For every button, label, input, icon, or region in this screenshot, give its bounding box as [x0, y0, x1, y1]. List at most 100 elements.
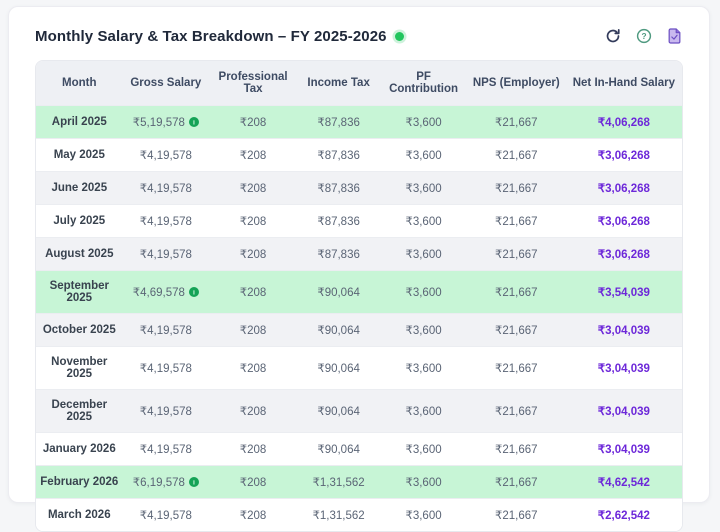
gross-salary-cell: ₹4,19,578	[123, 138, 210, 171]
bonus-info-icon[interactable]: i	[189, 117, 199, 127]
income-tax-cell: ₹1,31,562	[297, 498, 380, 531]
income-tax-cell: ₹90,064	[297, 346, 380, 389]
month-cell: March 2026	[36, 498, 123, 531]
professional-tax-cell: ₹208	[209, 313, 297, 346]
gross-salary-value: ₹4,19,578	[140, 361, 192, 375]
svg-text:i: i	[193, 290, 195, 297]
gross-salary-value: ₹4,19,578	[140, 323, 192, 337]
net-in-hand-cell: ₹3,54,039	[566, 270, 682, 313]
gross-salary-value: ₹4,19,578	[140, 404, 192, 418]
pf-contribution-cell: ₹3,600	[380, 389, 467, 432]
gross-salary-value: ₹4,19,578	[140, 508, 192, 522]
nps-employer-cell: ₹21,667	[467, 105, 566, 138]
table-row: October 2025 ₹4,19,578 ₹208 ₹90,064 ₹3,6…	[36, 313, 682, 346]
net-in-hand-cell: ₹3,04,039	[566, 313, 682, 346]
table-row: January 2026 ₹4,19,578 ₹208 ₹90,064 ₹3,6…	[36, 432, 682, 465]
refresh-icon	[605, 28, 621, 44]
professional-tax-cell: ₹208	[209, 237, 297, 270]
pf-contribution-cell: ₹3,600	[380, 313, 467, 346]
toolbar: ?	[604, 27, 683, 45]
nps-employer-cell: ₹21,667	[467, 237, 566, 270]
income-tax-cell: ₹90,064	[297, 432, 380, 465]
professional-tax-cell: ₹208	[209, 270, 297, 313]
professional-tax-cell: ₹208	[209, 346, 297, 389]
month-cell: June 2025	[36, 171, 123, 204]
table-row: November 2025 ₹4,19,578 ₹208 ₹90,064 ₹3,…	[36, 346, 682, 389]
svg-text:i: i	[193, 480, 195, 487]
refresh-button[interactable]	[604, 27, 622, 45]
net-in-hand-cell: ₹3,06,268	[566, 171, 682, 204]
gross-salary-cell: ₹4,69,578 i	[123, 270, 210, 313]
gross-salary-value: ₹4,19,578	[140, 181, 192, 195]
gross-salary-cell: ₹6,19,578 i	[123, 465, 210, 498]
svg-text:?: ?	[641, 31, 646, 41]
pf-contribution-cell: ₹3,600	[380, 105, 467, 138]
month-cell: February 2026	[36, 465, 123, 498]
table-row: March 2026 ₹4,19,578 ₹208 ₹1,31,562 ₹3,6…	[36, 498, 682, 531]
income-tax-cell: ₹87,836	[297, 138, 380, 171]
professional-tax-cell: ₹208	[209, 432, 297, 465]
gross-salary-cell: ₹4,19,578	[123, 171, 210, 204]
table-row: May 2025 ₹4,19,578 ₹208 ₹87,836 ₹3,600 ₹…	[36, 138, 682, 171]
title-wrap: Monthly Salary & Tax Breakdown – FY 2025…	[35, 28, 404, 45]
net-in-hand-cell: ₹3,04,039	[566, 346, 682, 389]
month-cell: December 2025	[36, 389, 123, 432]
gross-salary-cell: ₹5,19,578 i	[123, 105, 210, 138]
help-icon: ?	[636, 28, 652, 44]
professional-tax-cell: ₹208	[209, 171, 297, 204]
nps-employer-cell: ₹21,667	[467, 204, 566, 237]
card-header: Monthly Salary & Tax Breakdown – FY 2025…	[35, 27, 683, 45]
month-cell: September 2025	[36, 270, 123, 313]
month-cell: January 2026	[36, 432, 123, 465]
table-row: December 2025 ₹4,19,578 ₹208 ₹90,064 ₹3,…	[36, 389, 682, 432]
month-cell: October 2025	[36, 313, 123, 346]
gross-salary-cell: ₹4,19,578	[123, 204, 210, 237]
gross-salary-value: ₹6,19,578	[133, 475, 185, 489]
bonus-info-icon[interactable]: i	[189, 477, 199, 487]
pf-contribution-cell: ₹3,600	[380, 432, 467, 465]
professional-tax-cell: ₹208	[209, 498, 297, 531]
nps-employer-cell: ₹21,667	[467, 465, 566, 498]
net-in-hand-cell: ₹2,62,542	[566, 498, 682, 531]
col-header-month: Month	[36, 61, 123, 105]
pf-contribution-cell: ₹3,600	[380, 237, 467, 270]
gross-salary-cell: ₹4,19,578	[123, 432, 210, 465]
nps-employer-cell: ₹21,667	[467, 389, 566, 432]
col-header-net-in-hand: Net In-Hand Salary	[566, 61, 682, 105]
bonus-info-icon[interactable]: i	[189, 287, 199, 297]
table-row: June 2025 ₹4,19,578 ₹208 ₹87,836 ₹3,600 …	[36, 171, 682, 204]
net-in-hand-cell: ₹4,06,268	[566, 105, 682, 138]
pf-contribution-cell: ₹3,600	[380, 171, 467, 204]
gross-salary-cell: ₹4,19,578	[123, 237, 210, 270]
professional-tax-cell: ₹208	[209, 105, 297, 138]
export-document-button[interactable]	[666, 27, 683, 45]
nps-employer-cell: ₹21,667	[467, 498, 566, 531]
gross-salary-cell: ₹4,19,578	[123, 498, 210, 531]
gross-salary-value: ₹4,19,578	[140, 442, 192, 456]
table-row: February 2026 ₹6,19,578 i ₹208 ₹1,31,562…	[36, 465, 682, 498]
svg-text:i: i	[193, 120, 195, 127]
professional-tax-cell: ₹208	[209, 389, 297, 432]
table-row: July 2025 ₹4,19,578 ₹208 ₹87,836 ₹3,600 …	[36, 204, 682, 237]
gross-salary-cell: ₹4,19,578	[123, 346, 210, 389]
nps-employer-cell: ₹21,667	[467, 313, 566, 346]
net-in-hand-cell: ₹3,06,268	[566, 138, 682, 171]
professional-tax-cell: ₹208	[209, 138, 297, 171]
nps-employer-cell: ₹21,667	[467, 138, 566, 171]
table-row: April 2025 ₹5,19,578 i ₹208 ₹87,836 ₹3,6…	[36, 105, 682, 138]
col-header-nps-employer: NPS (Employer)	[467, 61, 566, 105]
pf-contribution-cell: ₹3,600	[380, 204, 467, 237]
table-header-row: Month Gross Salary Professional Tax Inco…	[36, 61, 682, 105]
pf-contribution-cell: ₹3,600	[380, 270, 467, 313]
nps-employer-cell: ₹21,667	[467, 270, 566, 313]
income-tax-cell: ₹87,836	[297, 105, 380, 138]
month-cell: November 2025	[36, 346, 123, 389]
help-button[interactable]: ?	[635, 27, 653, 45]
gross-salary-cell: ₹4,19,578	[123, 389, 210, 432]
col-header-professional-tax: Professional Tax	[209, 61, 297, 105]
pf-contribution-cell: ₹3,600	[380, 498, 467, 531]
document-icon	[667, 28, 682, 44]
salary-table: Month Gross Salary Professional Tax Inco…	[36, 61, 682, 531]
table-row: September 2025 ₹4,69,578 i ₹208 ₹90,064 …	[36, 270, 682, 313]
month-cell: August 2025	[36, 237, 123, 270]
